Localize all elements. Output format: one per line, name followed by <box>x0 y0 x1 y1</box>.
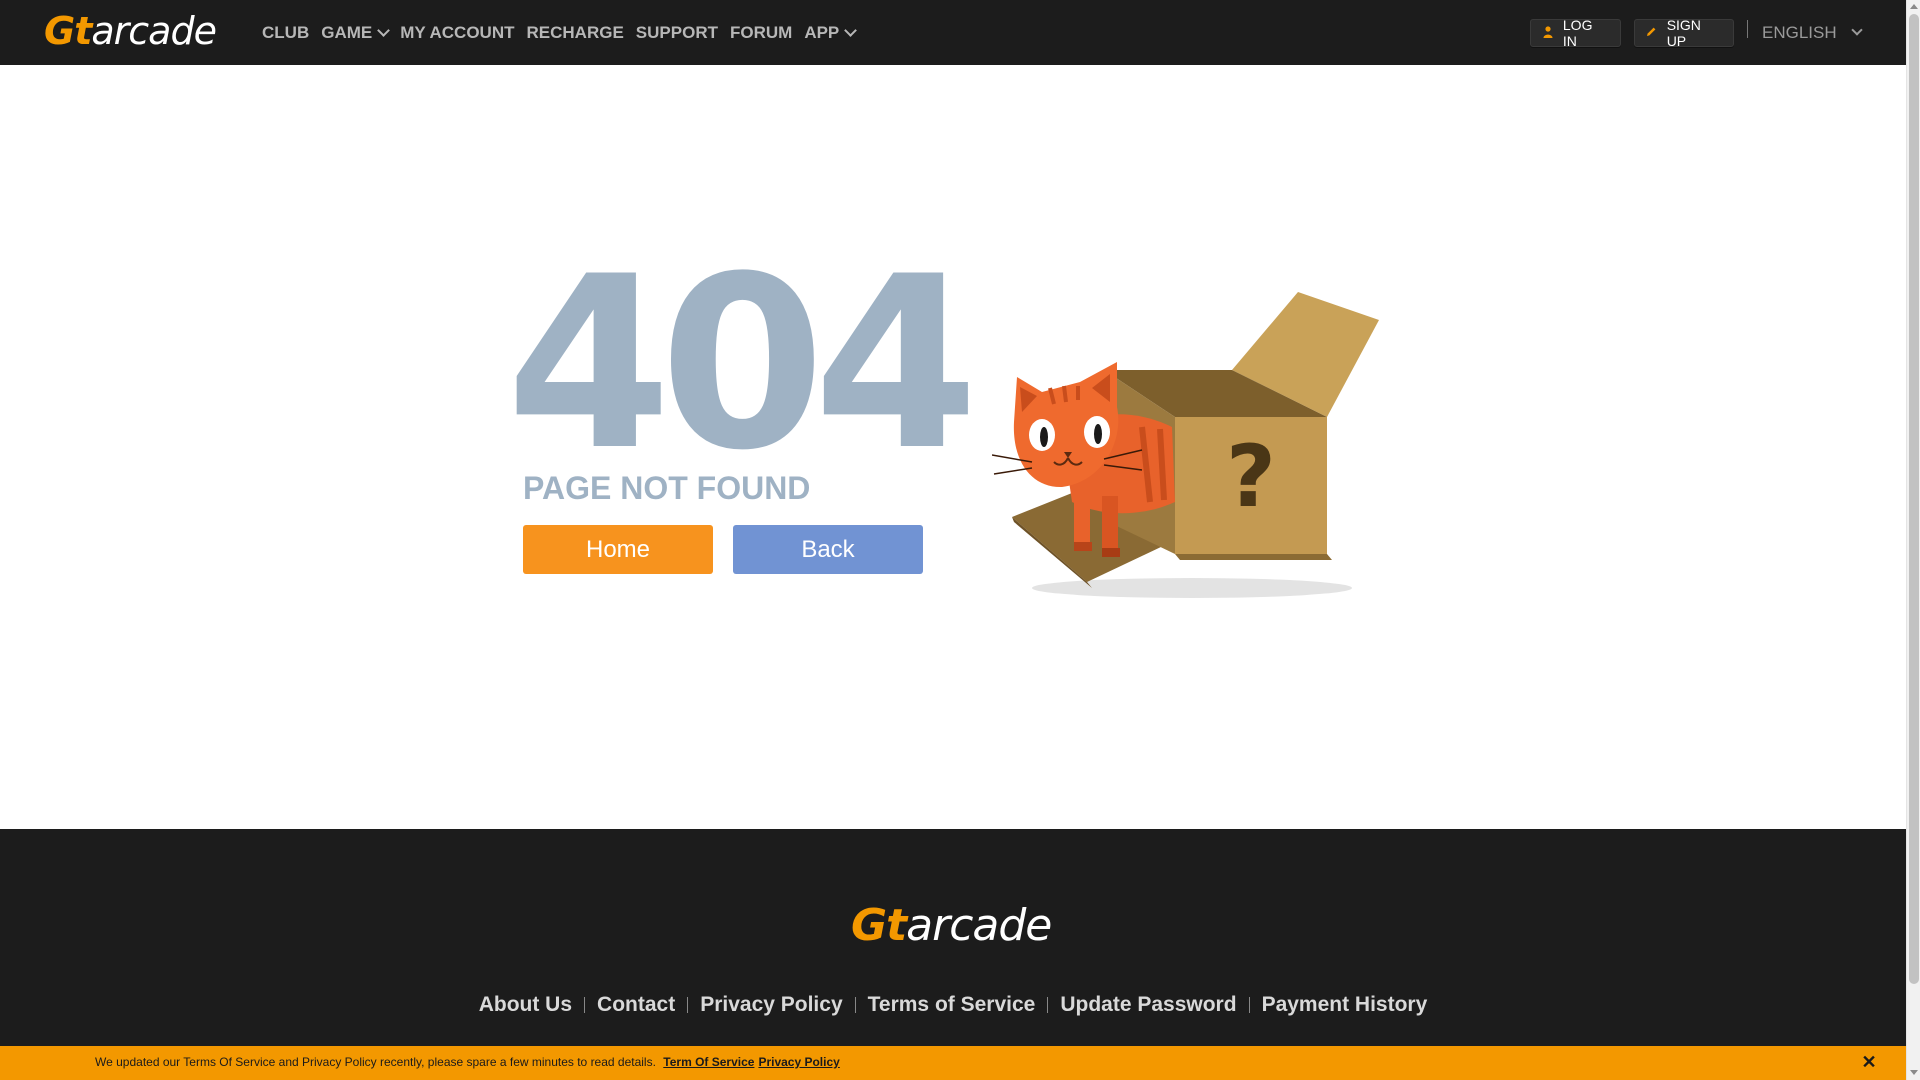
nav-item-my-account[interactable]: MY ACCOUNT <box>400 23 514 43</box>
nav-item-game[interactable]: GAME <box>321 22 391 43</box>
chevron-down-icon <box>377 23 391 37</box>
user-icon <box>1541 25 1555 41</box>
nav-item-label: FORUM <box>729 22 793 42</box>
footer-logo-mark: Gt <box>851 899 907 951</box>
top-header: Gt arcade CLUB GAME MY ACCOUNT RECHARGE SUPPO… <box>0 0 1906 65</box>
close-icon[interactable]: ✕ <box>1860 1053 1878 1071</box>
footer-link-update-password[interactable]: Update Password <box>1060 993 1236 1017</box>
footer-link-separator <box>584 997 586 1013</box>
nav-item-recharge[interactable]: RECHARGE <box>527 23 624 43</box>
footer-link-separator <box>854 997 856 1013</box>
error-message: PAGE NOT FOUND <box>523 470 811 506</box>
logo-mark: Gt <box>44 9 92 53</box>
language-label: ENGLISH <box>1762 22 1837 42</box>
login-label: LOG IN <box>1562 17 1593 49</box>
signup-label: SIGN UP <box>1666 17 1701 49</box>
site-logo[interactable]: Gt arcade <box>44 9 217 53</box>
page: Gt arcade CLUB GAME MY ACCOUNT RECHARGE SUPPO… <box>0 0 1906 1080</box>
login-button[interactable]: LOG IN <box>1530 17 1621 49</box>
footer-link-contact[interactable]: Contact <box>597 993 675 1017</box>
nav-item-label: GAME <box>321 22 373 42</box>
pencil-icon <box>1645 26 1659 40</box>
main-nav: CLUB GAME MY ACCOUNT RECHARGE SUPPORT FORUM AP… <box>262 0 867 65</box>
nav-item-forum[interactable]: FORUM <box>730 23 792 43</box>
footer-link-separator <box>1248 997 1250 1013</box>
nav-item-label: CLUB <box>262 22 310 42</box>
question-mark: ? <box>1226 427 1276 527</box>
nav-item-support[interactable]: SUPPORT <box>636 23 718 43</box>
footer-link-privacy-policy[interactable]: Privacy Policy <box>700 993 842 1017</box>
chevron-down-icon <box>844 23 858 37</box>
logo-text: arcade <box>91 9 217 53</box>
footer-link-terms-of-service[interactable]: Terms of Service <box>868 993 1036 1017</box>
footer-link-separator <box>1047 997 1049 1013</box>
error-code: 404 <box>506 226 979 503</box>
home-button[interactable]: Home <box>523 525 713 574</box>
signup-button[interactable]: SIGN UP <box>1634 17 1734 49</box>
header-divider <box>1747 20 1748 38</box>
nav-item-label: SUPPORT <box>635 22 718 42</box>
nav-item-app[interactable]: APP <box>804 22 858 43</box>
nav-item-label: MY ACCOUNT <box>400 22 515 42</box>
footer-logo-text: arcade <box>906 899 1052 951</box>
footer-links: About Us Contact Privacy Policy Terms of Se… <box>0 993 1906 1017</box>
page-scrollbar[interactable] <box>1906 0 1920 1080</box>
language-selector[interactable]: ENGLISH <box>1762 0 1863 65</box>
scrollbar-thumb[interactable] <box>1909 14 1919 984</box>
footer-link-payment-history[interactable]: Payment History <box>1262 993 1428 1017</box>
site-footer: Gt arcade About Us Contact Privacy Policy Te… <box>0 829 1906 1080</box>
cat-in-box-illustration: ? <box>992 292 1379 598</box>
footer-link-about-us[interactable]: About Us <box>479 993 572 1017</box>
nav-item-label: APP <box>804 22 840 42</box>
notice-text-wrap: We updated our Terms Of Service and Priv… <box>95 1055 840 1069</box>
policy-notice-bar: We updated our Terms Of Service and Priv… <box>0 1046 1906 1080</box>
notice-text: We updated our Terms Of Service and Priv… <box>95 1055 656 1069</box>
footer-link-separator <box>687 997 689 1013</box>
terms-of-service-link[interactable]: Term Of Service <box>663 1055 754 1069</box>
back-button[interactable]: Back <box>733 525 923 574</box>
scroll-down-arrow-icon[interactable] <box>1910 1070 1918 1075</box>
privacy-policy-link[interactable]: Privacy Policy <box>758 1055 839 1069</box>
chevron-down-icon <box>1850 24 1863 36</box>
footer-logo[interactable]: Gt arcade <box>851 899 1052 951</box>
nav-item-label: RECHARGE <box>526 22 624 42</box>
scroll-up-arrow-icon[interactable] <box>1910 4 1918 9</box>
nav-item-club[interactable]: CLUB <box>262 23 309 43</box>
